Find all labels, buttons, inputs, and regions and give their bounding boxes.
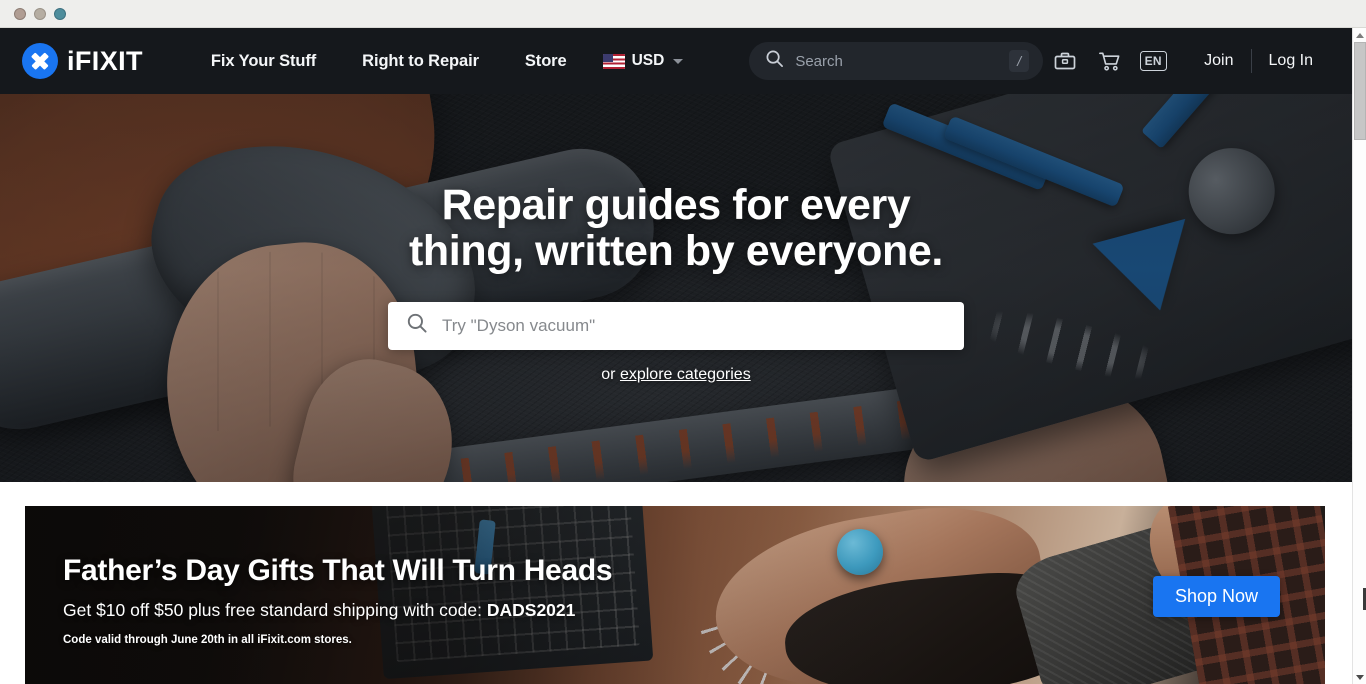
- nav-item-right-to-repair[interactable]: Right to Repair: [339, 52, 502, 71]
- promo-fine-print: Code valid through June 20th in all iFix…: [63, 634, 352, 646]
- promo-subtitle: Get $10 off $50 plus free standard shipp…: [63, 600, 612, 621]
- language-selector[interactable]: EN: [1131, 39, 1175, 83]
- window-minimize-button[interactable]: [34, 7, 46, 20]
- navbar-search[interactable]: /: [749, 42, 1044, 80]
- navbar-actions: EN Join Log In: [1043, 39, 1330, 83]
- chevron-down-icon: [673, 58, 684, 64]
- window-close-button[interactable]: [14, 7, 26, 20]
- hero-subtext-prefix: or: [601, 365, 620, 383]
- page-scrollbar[interactable]: [1352, 28, 1366, 684]
- currency-selector[interactable]: USD: [602, 52, 684, 70]
- page-viewport: iFIXIT Fix Your Stuff Right to Repair St…: [0, 28, 1352, 684]
- auth-actions: Join Log In: [1187, 49, 1330, 73]
- hero-search[interactable]: [388, 301, 964, 350]
- hero-content: Repair guides for every thing, written b…: [0, 94, 1352, 482]
- hero-subtext: or explore categories: [601, 366, 750, 384]
- navbar-search-input[interactable]: [795, 52, 1010, 70]
- browser-titlebar: [0, 0, 1366, 28]
- currency-label: USD: [631, 52, 665, 69]
- toolbox-icon[interactable]: [1043, 39, 1087, 83]
- scroll-down-arrow[interactable]: [1353, 670, 1366, 684]
- browser-window: iFIXIT Fix Your Stuff Right to Repair St…: [0, 0, 1366, 684]
- hero-section: Repair guides for every thing, written b…: [0, 94, 1352, 482]
- ifixit-x-logo-icon: [22, 43, 58, 79]
- hero-title: Repair guides for every thing, written b…: [409, 182, 943, 275]
- cart-icon[interactable]: [1087, 39, 1131, 83]
- hero-title-line-2: thing, written by everyone.: [409, 227, 943, 276]
- promo-content: Father’s Day Gifts That Will Turn Heads …: [63, 554, 613, 646]
- promo-title: Father’s Day Gifts That Will Turn Heads: [63, 554, 613, 587]
- primary-nav: Fix Your Stuff Right to Repair Store USD: [188, 52, 684, 71]
- promo-subtitle-text: Get $10 off $50 plus free standard shipp…: [63, 600, 487, 620]
- scrollbar-thumb[interactable]: [1354, 42, 1366, 140]
- us-flag-icon: [602, 53, 625, 69]
- nav-item-store[interactable]: Store: [502, 52, 590, 71]
- promo-code: DADS2021: [486, 600, 576, 620]
- scroll-up-arrow[interactable]: [1353, 28, 1366, 42]
- shop-now-button[interactable]: Shop Now: [1152, 576, 1280, 617]
- join-button[interactable]: Join: [1187, 52, 1250, 70]
- search-icon: [406, 312, 428, 339]
- search-shortcut-hint: /: [1009, 50, 1030, 72]
- login-button[interactable]: Log In: [1252, 52, 1330, 70]
- search-icon: [765, 49, 784, 73]
- ifixit-logo[interactable]: iFIXIT: [22, 43, 143, 79]
- explore-categories-link[interactable]: explore categories: [620, 366, 751, 383]
- site-navbar: iFIXIT Fix Your Stuff Right to Repair St…: [0, 28, 1352, 94]
- hero-search-input[interactable]: [442, 315, 946, 336]
- promo-section: Father’s Day Gifts That Will Turn Heads …: [0, 482, 1352, 684]
- language-badge-label: EN: [1139, 51, 1167, 71]
- logo-wordmark: iFIXIT: [67, 45, 143, 76]
- nav-item-fix-your-stuff[interactable]: Fix Your Stuff: [188, 52, 339, 71]
- promo-banner[interactable]: Father’s Day Gifts That Will Turn Heads …: [25, 506, 1325, 684]
- window-maximize-button[interactable]: [54, 7, 66, 20]
- hero-title-line-1: Repair guides for every: [441, 181, 911, 229]
